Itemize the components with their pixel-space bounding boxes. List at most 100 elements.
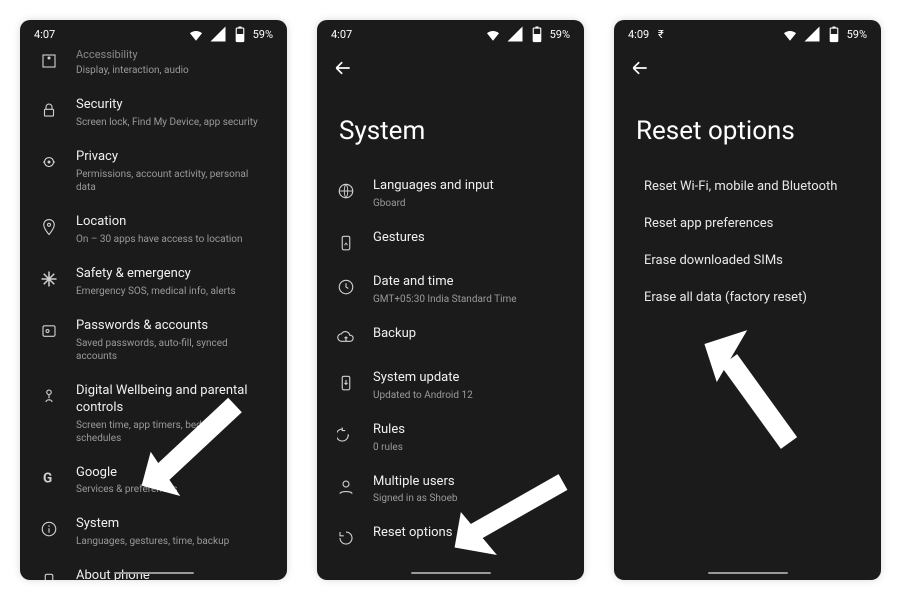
reset-option[interactable]: Reset Wi-Fi, mobile and Bluetooth (622, 168, 873, 205)
nav-indicator (708, 572, 788, 574)
item-title: Gestures (373, 230, 566, 247)
item-subtitle: Screen time, app timers, bedtime schedul… (76, 419, 269, 445)
item-title: Passwords & accounts (76, 318, 269, 335)
item-title: Privacy (76, 149, 269, 166)
item-text: Backup (373, 326, 566, 343)
privacy-icon (38, 151, 60, 173)
item-title: Reset options (373, 525, 566, 542)
lock-icon (38, 99, 60, 121)
phone-screenshot-system: 4:07 59% System Languages and inputGboar… (317, 20, 584, 580)
item-title: System update (373, 370, 566, 387)
location-icon (38, 216, 60, 238)
status-time: 4:09 (628, 28, 649, 41)
item-text: System updateUpdated to Android 12 (373, 370, 566, 402)
phone-screenshot-settings: 4:07 59% AccessibilityDisplay, interacti… (20, 20, 287, 580)
reset-option[interactable]: Erase downloaded SIMs (622, 242, 873, 279)
signal-icon (803, 25, 821, 43)
settings-item-account[interactable]: Passwords & accounts Saved passwords, aut… (28, 308, 279, 373)
accessibility-icon (38, 50, 60, 72)
item-title: System (76, 516, 269, 533)
item-text: Safety & emergencyEmergency SOS, medical… (76, 266, 269, 298)
settings-item-info[interactable]: System Languages, gestures, time, backup (28, 506, 279, 558)
user-icon (335, 476, 357, 498)
item-subtitle: Screen lock, Find My Device, app securit… (76, 116, 269, 129)
item-subtitle: Saved passwords, auto-fill, synced accou… (76, 337, 269, 363)
page-title: System (317, 88, 584, 168)
item-text: Reset options (373, 525, 566, 542)
settings-item-phone[interactable]: About phonePixel 4a (28, 558, 279, 580)
item-title: Multiple users (373, 474, 566, 491)
item-title: Security (76, 97, 269, 114)
item-title: Location (76, 214, 269, 231)
system-item-globe[interactable]: Languages and inputGboard (325, 168, 576, 220)
page-header (317, 48, 584, 88)
item-subtitle: On – 30 apps have access to location (76, 233, 269, 246)
system-item-clock[interactable]: Date and timeGMT+05:30 India Standard Ti… (325, 264, 576, 316)
item-title: Safety & emergency (76, 266, 269, 283)
item-title: Google (76, 465, 269, 482)
arrow-left-icon (630, 58, 650, 78)
settings-item-privacy[interactable]: Privacy Permissions, account activity, pe… (28, 139, 279, 204)
back-button[interactable] (628, 56, 652, 80)
settings-item-google[interactable]: G GoogleServices & preferences (28, 455, 279, 507)
system-item-rules[interactable]: Rules 0 rules (325, 412, 576, 464)
reset-icon (335, 527, 357, 549)
item-text: System Languages, gestures, time, backup (76, 516, 269, 548)
settings-item-lock[interactable]: Security Screen lock, Find My Device, app… (28, 87, 279, 139)
system-item-gesture[interactable]: Gestures (325, 220, 576, 264)
update-icon (335, 372, 357, 394)
item-subtitle: Permissions, account activity, personal … (76, 168, 269, 194)
page-title: Reset options (614, 88, 881, 168)
item-text: Digital Wellbeing and parental controlsS… (76, 383, 269, 445)
nav-indicator (411, 572, 491, 574)
gesture-icon (335, 232, 357, 254)
globe-icon (335, 180, 357, 202)
system-item-backup[interactable]: Backup (325, 316, 576, 360)
settings-item-accessibility[interactable]: AccessibilityDisplay, interaction, audio (28, 48, 279, 87)
item-text: Gestures (373, 230, 566, 247)
status-time-group: 4:09 ₹ (628, 28, 664, 41)
svg-text:G: G (43, 470, 52, 486)
signal-icon (506, 25, 524, 43)
arrow-left-icon (333, 58, 353, 78)
system-item-update[interactable]: System updateUpdated to Android 12 (325, 360, 576, 412)
star-icon (38, 268, 60, 290)
item-text: Multiple usersSigned in as Shoeb (373, 474, 566, 506)
rules-icon (335, 424, 357, 446)
status-indicators: 59% (187, 25, 273, 43)
item-text: Privacy Permissions, account activity, pe… (76, 149, 269, 194)
system-list: Languages and inputGboard Gestures Date an… (317, 168, 584, 580)
settings-item-location[interactable]: Location On – 30 apps have access to loca… (28, 204, 279, 256)
signal-icon (209, 25, 227, 43)
item-text: AccessibilityDisplay, interaction, audio (76, 48, 269, 77)
system-item-user[interactable]: Multiple usersSigned in as Shoeb (325, 464, 576, 516)
reset-option[interactable]: Reset app preferences (622, 205, 873, 242)
battery-icon (231, 25, 249, 43)
item-subtitle: Services & preferences (76, 483, 269, 496)
battery-percent: 59% (253, 28, 273, 41)
item-text: Date and timeGMT+05:30 India Standard Ti… (373, 274, 566, 306)
battery-icon (825, 25, 843, 43)
item-title: About phone (76, 568, 269, 580)
item-subtitle: 0 rules (373, 441, 566, 454)
item-subtitle: Gboard (373, 197, 566, 210)
reset-option[interactable]: Erase all data (factory reset) (622, 279, 873, 316)
item-title: Rules (373, 422, 566, 439)
settings-item-star[interactable]: Safety & emergencyEmergency SOS, medical… (28, 256, 279, 308)
status-bar: 4:07 59% (317, 20, 584, 48)
item-text: Rules 0 rules (373, 422, 566, 454)
settings-item-wellbeing[interactable]: Digital Wellbeing and parental controlsS… (28, 373, 279, 455)
system-item-reset[interactable]: Reset options (325, 515, 576, 559)
item-title: Digital Wellbeing and parental controls (76, 383, 269, 417)
back-button[interactable] (331, 56, 355, 80)
account-icon (38, 320, 60, 342)
item-text: About phonePixel 4a (76, 568, 269, 580)
item-text: Location On – 30 apps have access to loca… (76, 214, 269, 246)
battery-icon (528, 25, 546, 43)
status-indicators: 59% (781, 25, 867, 43)
reset-list: Reset Wi-Fi, mobile and BluetoothReset a… (614, 168, 881, 580)
clock-icon (335, 276, 357, 298)
wellbeing-icon (38, 385, 60, 407)
item-subtitle: Languages, gestures, time, backup (76, 535, 269, 548)
phone-icon (38, 570, 60, 580)
